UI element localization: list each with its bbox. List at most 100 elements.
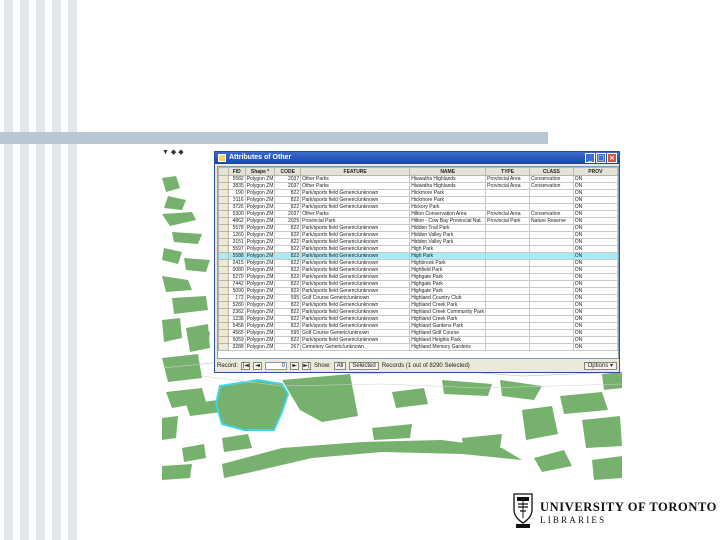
row-selector[interactable] [218, 336, 229, 344]
maximize-button[interactable]: □ [596, 153, 606, 163]
row-selector[interactable] [218, 273, 229, 281]
column-header[interactable]: Shape * [244, 167, 276, 176]
row-selector[interactable] [218, 301, 229, 309]
row-selector[interactable] [218, 175, 229, 183]
row-selector[interactable] [218, 287, 229, 295]
row-selector[interactable] [218, 217, 229, 225]
table-row[interactable]: 3288 Polygon ZM 267 Cemetery Generic/unknow… [218, 343, 618, 351]
show-selected-button[interactable]: Selected [349, 361, 379, 370]
table-row[interactable]: 5280 Polygon ZM 822 Park/sports field Gener… [218, 301, 618, 309]
row-selector[interactable] [218, 182, 229, 190]
table-row[interactable]: 3726 Polygon ZM 822 Park/sports field Gener… [218, 203, 618, 211]
row-selector[interactable] [218, 259, 229, 267]
table-row[interactable]: 3151 Polygon ZM 822 Park/sports field Gener… [218, 238, 618, 246]
close-button[interactable]: × [607, 153, 617, 163]
park-polygon [172, 232, 202, 244]
table-cell [528, 273, 574, 281]
column-header[interactable]: FEATURE [300, 167, 411, 176]
table-row[interactable]: 3116 Polygon ZM 822 Park/sports field Gener… [218, 196, 618, 204]
table-row[interactable]: 5597 Polygon ZM 822 Park/sports field Gener… [218, 245, 618, 253]
table-cell: Polygon ZM [244, 329, 276, 337]
table-cell: 822 [274, 322, 302, 330]
table-row[interactable]: 2415 Polygon ZM 822 Park/sports field Gener… [218, 259, 618, 267]
table-cell: ON [572, 189, 618, 197]
window-titlebar[interactable]: Attributes of Other _ □ × [215, 152, 619, 164]
park-polygon [372, 424, 412, 440]
row-selector[interactable] [218, 266, 229, 274]
table-cell: 5300 [227, 210, 246, 218]
table-cell: ON [572, 308, 618, 316]
column-header[interactable]: FID [227, 167, 246, 176]
table-cell: Park/sports field Generic/unknown [300, 322, 411, 330]
row-selector[interactable] [218, 343, 229, 351]
options-button[interactable]: Options ▾ [583, 361, 617, 370]
prev-record-button[interactable]: ◄ [253, 361, 263, 370]
park-polygon [602, 372, 622, 390]
attributes-window: Attributes of Other _ □ × FID Shape * CODE… [214, 151, 620, 373]
row-selector[interactable] [218, 322, 229, 330]
table-cell: 2037 [274, 175, 302, 183]
table-row[interactable]: 5059 Polygon ZM 822 Park/sports field Gener… [218, 336, 618, 344]
table-row[interactable]: 1260 Polygon ZM 822 Park/sports field Gener… [218, 231, 618, 239]
table-cell: Polygon ZM [244, 343, 276, 351]
table-cell: ON [572, 273, 618, 281]
table-cell: Park/sports field Generic/unknown [300, 308, 411, 316]
table-row[interactable]: 5458 Polygon ZM 822 Park/sports field Gener… [218, 322, 618, 330]
table-row[interactable]: 5270 Polygon ZM 822 Park/sports field Gener… [218, 273, 618, 281]
table-row[interactable]: 5300 Polygon ZM 2037 Other Parks Hilton Cons… [218, 210, 618, 218]
table-cell: Provincial Area [485, 182, 530, 190]
row-selector[interactable] [218, 196, 229, 204]
record-number-input[interactable]: 0 [265, 361, 288, 370]
row-selector[interactable] [218, 308, 229, 316]
table-row[interactable]: 190 Polygon ZM 822 Park/sports field Generi… [218, 189, 618, 197]
attribute-table-container[interactable]: FID Shape * CODE FEATURE NAME TYPE CLASS PROV 5… [217, 166, 619, 359]
column-header[interactable]: CODE [274, 167, 302, 176]
park-polygon [162, 212, 196, 226]
row-selector[interactable] [218, 252, 229, 260]
column-header[interactable]: PROV [572, 167, 618, 176]
table-row[interactable]: 7442 Polygon ZM 822 Park/sports field Gener… [218, 280, 618, 288]
row-selector[interactable] [218, 203, 229, 211]
table-cell: ON [572, 182, 618, 190]
row-selector[interactable] [218, 224, 229, 232]
table-cell [528, 294, 574, 302]
table-row[interactable]: 5582 Polygon ZM 2037 Other Parks Hiawatha Hi… [218, 175, 618, 183]
column-header[interactable]: CLASS [528, 167, 574, 176]
table-row[interactable]: 1238 Polygon ZM 822 Park/sports field Gener… [218, 315, 618, 323]
column-header[interactable]: TYPE [485, 167, 530, 176]
last-record-button[interactable]: ►| [302, 361, 312, 370]
park-polygon [164, 196, 186, 210]
map-toolbar[interactable]: ▼ ◆ ◆ [162, 148, 212, 160]
table-row[interactable]: 3835 Polygon ZM 2037 Other Parks Hiawatha Hi… [218, 182, 618, 190]
minimize-button[interactable]: _ [585, 153, 595, 163]
table-cell: 5597 [227, 245, 246, 253]
records-count: Records (1 out of 8290 Selected) [381, 362, 470, 369]
first-record-button[interactable]: |◄ [241, 361, 251, 370]
table-row[interactable]: 0080 Polygon ZM 822 Park/sports field Gener… [218, 266, 618, 274]
table-row[interactable]: 172 Polygon ZM 595 Golf Course Generic/unkn… [218, 294, 618, 302]
row-selector[interactable] [218, 238, 229, 246]
table-cell: High Park [409, 252, 487, 260]
table-row[interactable]: 4565 Polygon ZM 595 Golf Course Generic/unk… [218, 329, 618, 337]
next-record-button[interactable]: ► [290, 361, 300, 370]
table-row[interactable]: 2362 Polygon ZM 822 Park/sports field Gener… [218, 308, 618, 316]
table-cell: 267 [274, 343, 302, 351]
table-cell: Highgate Park [409, 273, 487, 281]
row-selector[interactable] [218, 294, 229, 302]
row-selector[interactable] [218, 329, 229, 337]
row-selector[interactable] [218, 210, 229, 218]
row-selector[interactable] [218, 231, 229, 239]
table-row[interactable]: 5588 Polygon ZM 822 Park/sports field Gener… [218, 252, 618, 260]
row-selector[interactable] [218, 280, 229, 288]
table-cell: Park/sports field Generic/unknown [300, 238, 411, 246]
row-selector[interactable] [218, 245, 229, 253]
table-cell: Polygon ZM [244, 238, 276, 246]
table-row[interactable]: 5578 Polygon ZM 822 Park/sports field Gener… [218, 224, 618, 232]
table-row[interactable]: 5090 Polygon ZM 822 Park/sports field Gener… [218, 287, 618, 295]
table-cell: 1260 [227, 231, 246, 239]
show-all-button[interactable]: All [333, 361, 347, 370]
row-selector[interactable] [218, 315, 229, 323]
row-selector[interactable] [218, 189, 229, 197]
column-header[interactable]: NAME [409, 167, 487, 176]
table-row[interactable]: 4862 Polygon ZM 2025 Provincial Park Hilton … [218, 217, 618, 225]
